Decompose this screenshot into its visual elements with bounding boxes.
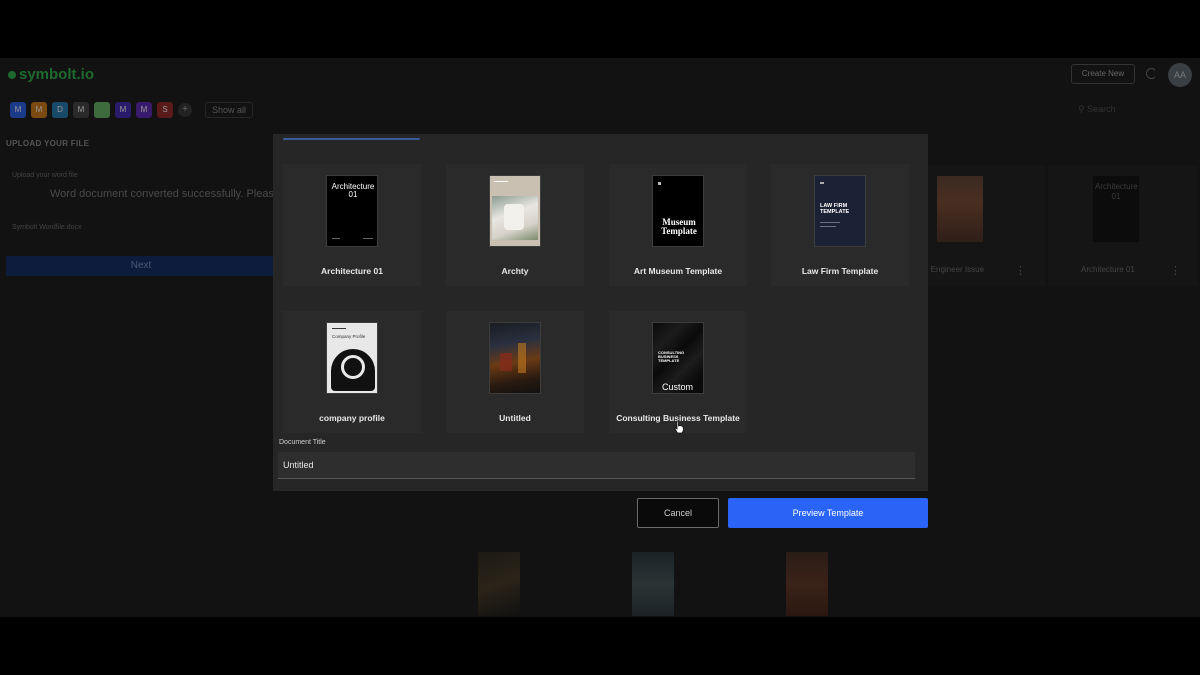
logo: symbolt.io (8, 66, 94, 83)
template-thumbnail: Company Profile (326, 322, 378, 394)
thumbnail-title: Architecture 01 (331, 182, 375, 200)
logo-icon (8, 71, 16, 79)
app-chip[interactable]: M (136, 102, 152, 118)
card-thumbnail: Architecture 01 (1093, 176, 1139, 242)
active-tab-indicator (283, 138, 420, 140)
more-options-icon[interactable]: ⋮ (1015, 264, 1026, 277)
cancel-button[interactable]: Cancel (637, 498, 719, 528)
background-thumbnail (632, 552, 674, 616)
upload-status-message: Word document converted successfully. Pl… (50, 188, 303, 200)
preview-template-button[interactable]: Preview Template (728, 498, 928, 528)
template-thumbnail (489, 175, 541, 247)
thumbnail-title: Museum Template (661, 217, 697, 237)
thumbnail-title: Company Profile (332, 334, 366, 339)
template-name: Art Museum Template (633, 266, 723, 276)
background-thumbnail (478, 552, 520, 616)
show-all-button[interactable]: Show all (205, 102, 254, 118)
thumbnail-graphic-detail (341, 355, 365, 379)
template-name: Archty (501, 266, 529, 276)
top-bar: symbolt.io Create New AA (0, 58, 1200, 92)
refresh-icon[interactable] (1146, 68, 1157, 79)
thumbnail-detail (363, 238, 373, 239)
template-thumbnail: CONSULTING BUSINESS TEMPLATE Custom (652, 322, 704, 394)
document-title-input[interactable] (278, 452, 915, 479)
thumbnail-title: CONSULTING BUSINESS TEMPLATE (658, 350, 685, 364)
search-placeholder: Search (1087, 104, 1116, 114)
upload-title: UPLOAD YOUR FILE (6, 139, 90, 148)
search-input[interactable]: ⚲ Search (1078, 104, 1116, 115)
template-tile[interactable]: Museum Template Art Museum Template (609, 164, 747, 286)
more-options-icon[interactable]: ⋮ (1170, 264, 1181, 277)
template-tile[interactable]: Company Profile company profile (283, 311, 421, 433)
next-button[interactable]: Next (6, 256, 276, 276)
thumbnail-detail (658, 182, 661, 185)
app-window: symbolt.io Create New AA M M D M M M S +… (0, 58, 1200, 617)
background-card-label: Architecture 01 (1081, 265, 1135, 274)
thumbnail-detail (332, 238, 340, 239)
template-thumbnail: LAW FIRM TEMPLATE (814, 175, 866, 247)
template-name: Law Firm Template (801, 266, 879, 276)
app-chip[interactable]: M (73, 102, 89, 118)
thumbnail-detail (332, 328, 346, 329)
uploaded-file-name: Symbolt Wordfile.docx (12, 224, 82, 231)
upload-field-label: Upload your word file (12, 172, 78, 179)
template-thumbnail: Museum Template (652, 175, 704, 247)
hand-cursor-icon (674, 420, 684, 434)
background-card-label: e Engineer Issue (924, 265, 985, 274)
thumbnail-title: LAW FIRM TEMPLATE (820, 203, 850, 215)
thumbnail-detail (820, 222, 840, 223)
template-name: company profile (319, 413, 385, 423)
app-chip[interactable]: M (10, 102, 26, 118)
template-tile[interactable]: Archty (446, 164, 584, 286)
logo-text: symbolt.io (19, 66, 95, 83)
card-thumbnail (937, 176, 983, 242)
app-chip[interactable]: D (52, 102, 68, 118)
thumbnail-detail (494, 181, 508, 182)
background-thumbnail (786, 552, 828, 616)
app-chip[interactable]: M (31, 102, 47, 118)
app-chip[interactable] (94, 102, 110, 118)
avatar[interactable]: AA (1168, 63, 1192, 87)
template-name: Architecture 01 (321, 266, 383, 276)
app-chip[interactable]: S (157, 102, 173, 118)
card-thumbnail-title: Architecture 01 (1095, 182, 1138, 201)
app-chip[interactable]: M (115, 102, 131, 118)
app-chips: M M D M M M S + Show all (10, 102, 254, 118)
thumbnail-badge: Custom (662, 382, 694, 392)
template-thumbnail: Architecture 01 (326, 175, 378, 247)
template-picker-modal: Architecture 01 Architecture 01 Archty M… (273, 134, 928, 491)
thumbnail-photo-detail (500, 353, 512, 371)
template-tile[interactable]: Architecture 01 Architecture 01 (283, 164, 421, 286)
template-tile[interactable]: CONSULTING BUSINESS TEMPLATE Custom Cons… (609, 311, 747, 433)
template-thumbnail (489, 322, 541, 394)
thumbnail-photo-detail (504, 204, 524, 230)
document-title-label: Document Title (279, 439, 326, 446)
template-name: Untitled (499, 413, 531, 423)
template-tile[interactable]: Untitled (446, 311, 584, 433)
search-icon: ⚲ (1078, 104, 1085, 114)
thumbnail-photo-detail (518, 343, 526, 373)
add-app-button[interactable]: + (178, 103, 192, 117)
thumbnail-detail (820, 226, 836, 227)
thumbnail-detail (820, 182, 824, 184)
create-new-button[interactable]: Create New (1071, 64, 1135, 84)
template-tile[interactable]: LAW FIRM TEMPLATE Law Firm Template (771, 164, 909, 286)
